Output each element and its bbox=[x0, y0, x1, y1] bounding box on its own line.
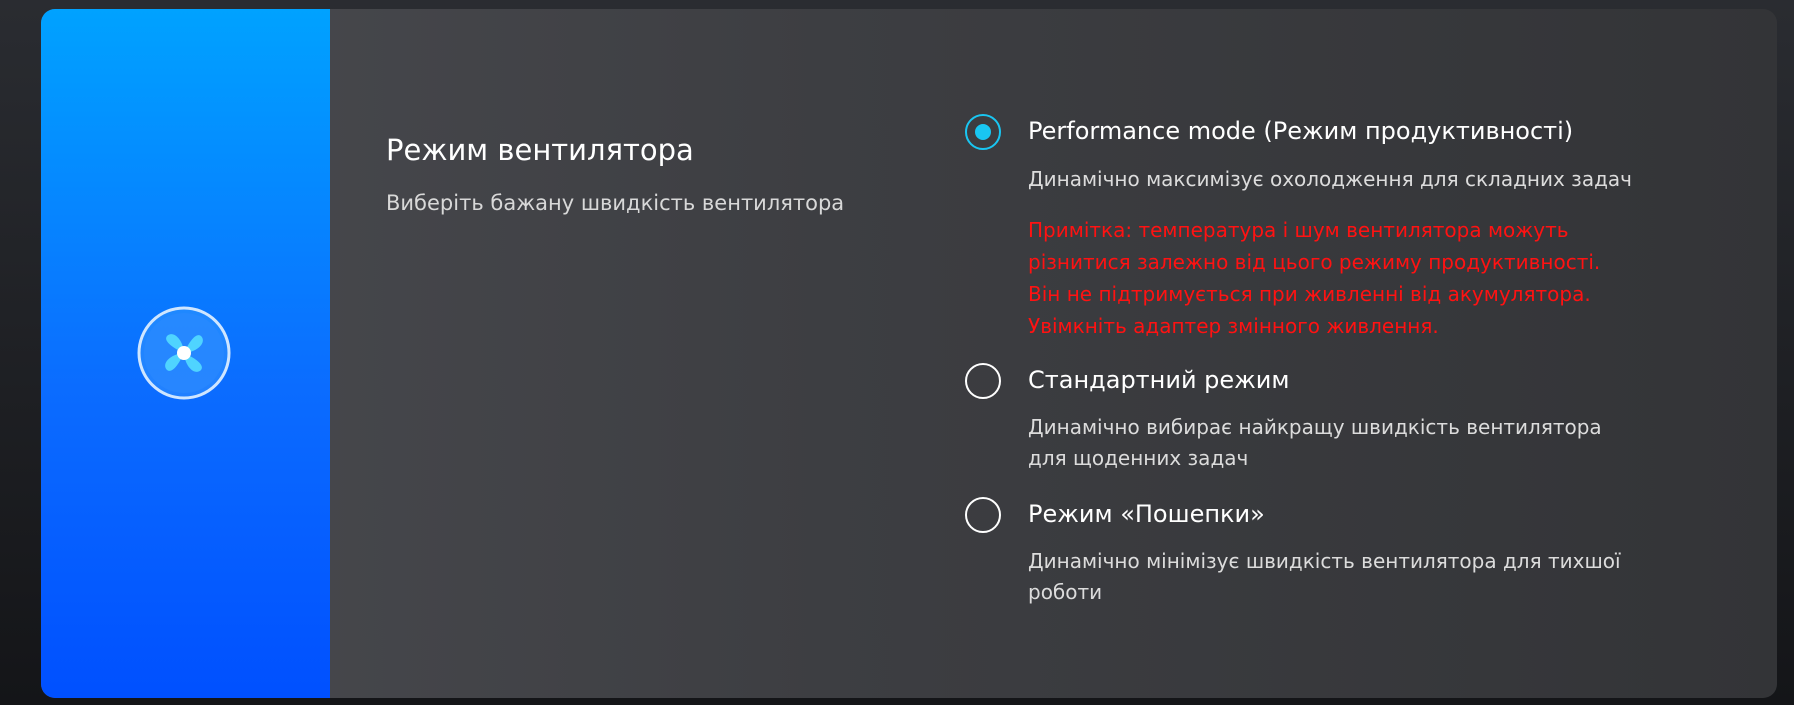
fan-mode-icon-panel bbox=[41, 9, 330, 698]
option-description: Динамічно вибирає найкращу швидкість вен… bbox=[1028, 412, 1678, 474]
option-description: Динамічно максимізує охолодження для скл… bbox=[1028, 164, 1678, 195]
standard-radio[interactable] bbox=[965, 363, 1001, 399]
option-description-line: Динамічно вибирає найкращу швидкість вен… bbox=[1028, 415, 1602, 439]
whisper-radio[interactable] bbox=[965, 497, 1001, 533]
fan-icon bbox=[137, 306, 231, 400]
option-description-line: роботи bbox=[1028, 580, 1103, 604]
performance-radio[interactable] bbox=[965, 114, 1001, 150]
section-title: Режим вентилятора bbox=[386, 133, 694, 167]
option-description-line: для щоденних задач bbox=[1028, 446, 1249, 470]
warning-note-line: Він не підтримується при живленні від ак… bbox=[1028, 282, 1591, 306]
option-description: Динамічно мінімізує швидкість вентилятор… bbox=[1028, 546, 1678, 608]
option-title: Стандартний режим bbox=[1028, 366, 1290, 394]
fan-mode-content: Режим вентилятора Виберіть бажану швидкі… bbox=[330, 9, 1777, 698]
option-title: Performance mode (Режим продуктивності) bbox=[1028, 117, 1574, 145]
option-description-line: Динамічно мінімізує швидкість вентилятор… bbox=[1028, 549, 1621, 573]
section-subtitle: Виберіть бажану швидкість вентилятора bbox=[386, 191, 845, 215]
warning-note-line: Увімкніть адаптер змінного живлення. bbox=[1028, 314, 1439, 338]
warning-note: Примітка: температура і шум вентилятора … bbox=[1028, 214, 1668, 342]
option-title: Режим «Пошепки» bbox=[1028, 500, 1265, 528]
warning-note-line: різнитися залежно від цього режиму проду… bbox=[1028, 250, 1601, 274]
warning-note-line: Примітка: температура і шум вентилятора … bbox=[1028, 218, 1569, 242]
option-description-line: Динамічно максимізує охолодження для скл… bbox=[1028, 167, 1632, 191]
fan-mode-card: Режим вентилятора Виберіть бажану швидкі… bbox=[41, 9, 1777, 698]
